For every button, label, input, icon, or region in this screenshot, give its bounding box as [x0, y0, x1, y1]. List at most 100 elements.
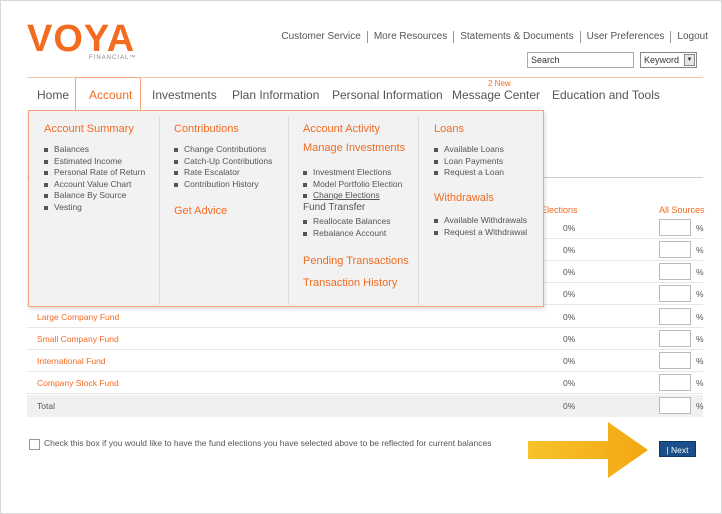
apply-to-balances-checkbox[interactable]: [29, 439, 40, 450]
menu-item-change-contributions[interactable]: Change Contributions: [174, 144, 272, 156]
menu-item-personal-rate-of-return[interactable]: Personal Rate of Return: [44, 167, 145, 179]
menu-item-available-withdrawals[interactable]: Available Withdrawals: [434, 215, 527, 227]
menu-heading-account-summary[interactable]: Account Summary: [44, 123, 134, 135]
election-percent: 0%: [563, 245, 576, 255]
menu-heading-pending-transactions[interactable]: Pending Transactions: [303, 255, 409, 267]
account-summary-list: Balances Estimated Income Personal Rate …: [44, 144, 145, 213]
total-input[interactable]: [659, 397, 691, 414]
contributions-list: Change Contributions Catch-Up Contributi…: [174, 144, 272, 190]
all-sources-input[interactable]: [659, 352, 691, 369]
table-row: Small Company Fund 0% %: [27, 328, 704, 350]
menu-item-vesting[interactable]: Vesting: [44, 202, 145, 214]
nav-investments[interactable]: Investments: [152, 88, 217, 102]
all-sources-input[interactable]: [659, 241, 691, 258]
chevron-down-icon[interactable]: ▼: [684, 54, 695, 66]
link-logout[interactable]: Logout: [670, 31, 714, 43]
menu-heading-transaction-history[interactable]: Transaction History: [303, 277, 397, 289]
percent-sign: %: [696, 312, 704, 322]
nav-education-tools[interactable]: Education and Tools: [552, 88, 660, 102]
nav-personal-information[interactable]: Personal Information: [332, 88, 443, 102]
election-percent: 0%: [563, 356, 576, 366]
menu-heading-withdrawals[interactable]: Withdrawals: [434, 192, 494, 204]
percent-sign: %: [696, 378, 704, 388]
menu-column-account-summary: Account Summary Balances Estimated Incom…: [29, 111, 159, 299]
nav-message-center[interactable]: Message Center: [452, 88, 540, 102]
nav-account[interactable]: Account: [89, 88, 132, 102]
menu-column-loans: Loans Available Loans Loan Payments Requ…: [418, 117, 544, 305]
keyword-select-value: Keyword: [644, 55, 680, 65]
menu-item-balance-by-source[interactable]: Balance By Source: [44, 190, 145, 202]
menu-item-loan-payments[interactable]: Loan Payments: [434, 156, 504, 168]
menu-item-rebalance-account[interactable]: Rebalance Account: [303, 228, 391, 240]
menu-item-catch-up-contributions[interactable]: Catch-Up Contributions: [174, 156, 272, 168]
menu-item-reallocate-balances[interactable]: Reallocate Balances: [303, 216, 391, 228]
utility-links: Customer Service More Resources Statemen…: [275, 31, 714, 43]
election-percent: 0%: [563, 312, 576, 322]
withdrawals-list: Available Withdrawals Request a Withdraw…: [434, 215, 527, 238]
menu-item-balances[interactable]: Balances: [44, 144, 145, 156]
callout-arrow-icon: [528, 420, 650, 487]
percent-sign: %: [696, 245, 704, 255]
account-mega-menu: Account Summary Balances Estimated Incom…: [28, 110, 544, 307]
all-sources-input[interactable]: [659, 330, 691, 347]
percent-sign: %: [696, 289, 704, 299]
percent-sign: %: [696, 334, 704, 344]
logo-subtext: FINANCIAL™: [89, 55, 137, 61]
menu-item-available-loans[interactable]: Available Loans: [434, 144, 504, 156]
menu-item-change-elections[interactable]: Change Elections: [303, 190, 402, 202]
table-row: Company Stock Fund 0% %: [27, 372, 704, 394]
manage-investments-list: Investment Elections Model Portfolio Ele…: [303, 167, 402, 202]
fund-link-international[interactable]: International Fund: [37, 356, 106, 366]
menu-heading-get-advice[interactable]: Get Advice: [174, 205, 227, 217]
menu-heading-loans[interactable]: Loans: [434, 123, 464, 135]
keyword-select[interactable]: Keyword ▼: [640, 52, 697, 68]
link-user-preferences[interactable]: User Preferences: [579, 31, 671, 43]
election-percent: 0%: [563, 267, 576, 277]
link-more-resources[interactable]: More Resources: [366, 31, 453, 43]
menu-item-contribution-history[interactable]: Contribution History: [174, 179, 272, 191]
total-row: Total 0% %: [27, 395, 704, 417]
menu-item-account-value-chart[interactable]: Account Value Chart: [44, 179, 145, 191]
nav-plan-information[interactable]: Plan Information: [232, 88, 319, 102]
callout-arrow-shape: [528, 422, 648, 478]
total-percent: 0%: [563, 401, 576, 411]
next-button[interactable]: | Next: [659, 441, 696, 457]
table-row: International Fund 0% %: [27, 350, 704, 372]
election-percent: 0%: [563, 378, 576, 388]
search-input[interactable]: [527, 52, 634, 68]
fund-link-company-stock[interactable]: Company Stock Fund: [37, 378, 119, 388]
menu-item-investment-elections[interactable]: Investment Elections: [303, 167, 402, 179]
nav-home[interactable]: Home: [37, 88, 69, 102]
link-customer-service[interactable]: Customer Service: [275, 31, 366, 43]
logo-wordmark: VOYA: [27, 18, 136, 60]
table-row: Large Company Fund 0% %: [27, 306, 704, 328]
menu-heading-contributions[interactable]: Contributions: [174, 123, 239, 135]
column-header-elections: Elections: [541, 205, 578, 215]
all-sources-input[interactable]: [659, 374, 691, 391]
link-statements-documents[interactable]: Statements & Documents: [453, 31, 579, 43]
menu-item-fund-transfer[interactable]: Fund Transfer: [303, 202, 365, 213]
percent-sign: %: [696, 223, 704, 233]
fund-link-large-company[interactable]: Large Company Fund: [37, 312, 119, 322]
loans-list: Available Loans Loan Payments Request a …: [434, 144, 504, 179]
election-percent: 0%: [563, 334, 576, 344]
menu-column-contributions: Contributions Change Contributions Catch…: [159, 117, 289, 305]
all-sources-input[interactable]: [659, 219, 691, 236]
all-sources-input[interactable]: [659, 308, 691, 325]
fund-link-small-company[interactable]: Small Company Fund: [37, 334, 119, 344]
menu-item-model-portfolio-election[interactable]: Model Portfolio Election: [303, 179, 402, 191]
menu-item-request-a-loan[interactable]: Request a Loan: [434, 167, 504, 179]
menu-item-rate-escalator[interactable]: Rate Escalator: [174, 167, 272, 179]
voya-logo[interactable]: VOYA FINANCIAL™: [27, 18, 136, 61]
all-sources-input[interactable]: [659, 263, 691, 280]
all-sources-input[interactable]: [659, 285, 691, 302]
menu-item-request-a-withdrawal[interactable]: Request a Withdrawal: [434, 227, 527, 239]
fund-transfer-list: Reallocate Balances Rebalance Account: [303, 216, 391, 239]
election-percent: 0%: [563, 223, 576, 233]
menu-column-account-activity: Account Activity Manage Investments Inve…: [288, 117, 419, 305]
menu-heading-manage-investments[interactable]: Manage Investments: [303, 142, 405, 154]
menu-heading-account-activity[interactable]: Account Activity: [303, 123, 380, 135]
column-header-all-sources: All Sources: [659, 205, 705, 215]
menu-item-estimated-income[interactable]: Estimated Income: [44, 156, 145, 168]
main-nav: Home Account Investments Plan Informatio…: [27, 78, 703, 111]
